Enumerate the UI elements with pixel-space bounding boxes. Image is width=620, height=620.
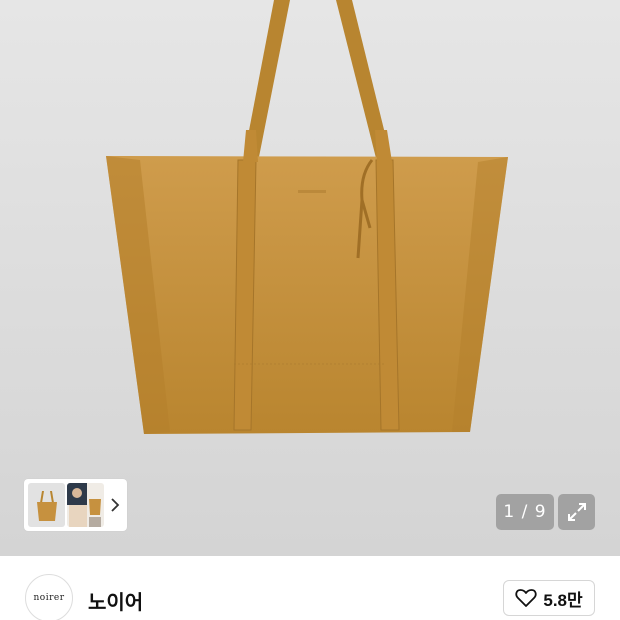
- shop-logo-text: noirer: [33, 593, 65, 603]
- thumbnail-next[interactable]: [108, 483, 123, 527]
- thumbnail-model[interactable]: [66, 483, 104, 527]
- image-counter: 1 / 9: [496, 494, 554, 530]
- tote-bag-image: [0, 0, 620, 556]
- heart-outline-icon: [515, 589, 537, 607]
- image-counter-text: 1 / 9: [503, 502, 547, 522]
- expand-button[interactable]: [558, 494, 595, 530]
- thumbnail-strip[interactable]: [24, 479, 127, 531]
- expand-icon: [567, 503, 586, 521]
- like-button[interactable]: 5.8만: [503, 580, 595, 616]
- shop-name[interactable]: 노이어: [88, 586, 143, 615]
- shop-logo[interactable]: noirer: [25, 574, 73, 620]
- shop-bar: noirer 노이어 5.8만: [0, 556, 620, 620]
- product-image-gallery[interactable]: [0, 0, 620, 556]
- like-count: 5.8만: [543, 590, 583, 610]
- product-page: 1 / 9 noirer 노이어 5.8만: [0, 0, 620, 620]
- chevron-right-icon: [111, 498, 120, 512]
- thumbnail-bag[interactable]: [28, 483, 65, 527]
